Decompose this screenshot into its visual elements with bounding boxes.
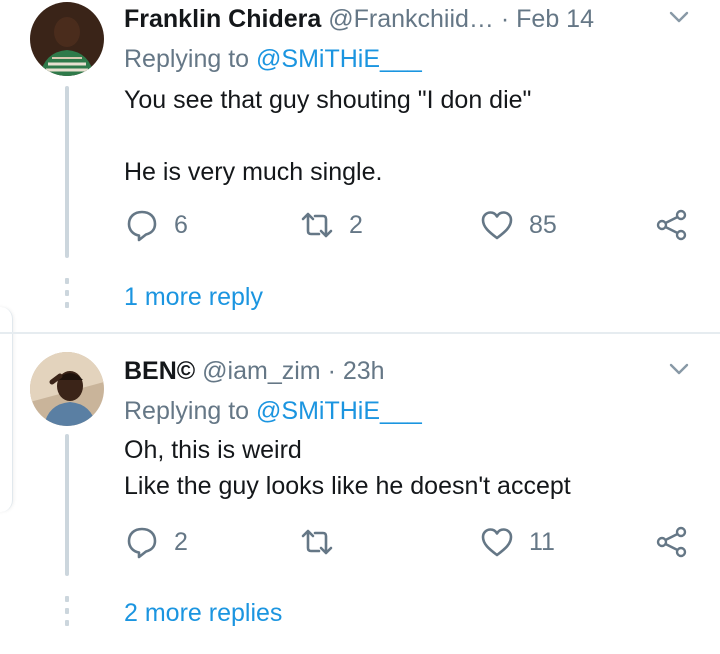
timestamp[interactable]: Feb 14 bbox=[516, 5, 594, 33]
thread-dots bbox=[65, 278, 69, 314]
more-replies-link[interactable]: 2 more replies bbox=[124, 596, 282, 630]
author-name[interactable]: Franklin Chidera bbox=[124, 5, 321, 33]
like-count: 85 bbox=[529, 210, 557, 239]
share-button[interactable] bbox=[654, 205, 690, 245]
reply-count: 6 bbox=[174, 210, 188, 239]
avatar-image bbox=[30, 352, 104, 426]
action-bar: 6 2 85 bbox=[124, 205, 694, 245]
heart-icon bbox=[481, 211, 513, 240]
tweet-text: You see that guy shouting "I don die" He… bbox=[124, 82, 531, 190]
replying-to: Replying to @SMiTHiE___ bbox=[124, 42, 422, 76]
action-bar: 2 11 bbox=[124, 522, 694, 562]
separator: · bbox=[327, 357, 336, 385]
tweet-text-line: You see that guy shouting "I don die" bbox=[124, 86, 532, 114]
tweet-text-line: He is very much single. bbox=[124, 158, 383, 186]
retweet-button[interactable] bbox=[299, 522, 349, 562]
heart-icon bbox=[481, 528, 513, 557]
retweet-icon bbox=[301, 529, 333, 555]
reply-count: 2 bbox=[174, 527, 188, 556]
mention-link[interactable]: @SMiTHiE___ bbox=[256, 45, 422, 73]
reply-button[interactable]: 2 bbox=[124, 522, 188, 562]
replying-to: Replying to @SMiTHiE___ bbox=[124, 394, 422, 428]
author-name[interactable]: BEN© bbox=[124, 357, 195, 385]
timestamp[interactable]: 23h bbox=[343, 357, 385, 385]
tweet-text-line: Oh, this is weird bbox=[124, 436, 302, 464]
avatar[interactable] bbox=[30, 2, 104, 76]
chevron-down-icon[interactable] bbox=[668, 358, 690, 380]
tweet-text-line bbox=[124, 118, 531, 154]
replying-prefix: Replying to bbox=[124, 45, 250, 73]
retweet-button[interactable]: 2 bbox=[299, 205, 363, 245]
chevron-down-icon[interactable] bbox=[668, 6, 690, 28]
share-button[interactable] bbox=[654, 522, 690, 562]
author-handle[interactable]: @Frankchiid… bbox=[328, 5, 494, 33]
tweet[interactable]: Franklin Chidera @Frankchiid… · Feb 14 R… bbox=[0, 0, 720, 332]
tweet-header: BEN© @iam_zim · 23h bbox=[124, 354, 385, 388]
avatar[interactable] bbox=[30, 352, 104, 426]
reply-icon bbox=[127, 527, 157, 559]
avatar-image bbox=[30, 2, 104, 76]
separator: · bbox=[500, 5, 510, 33]
like-button[interactable]: 85 bbox=[479, 205, 557, 245]
share-icon bbox=[656, 526, 687, 558]
thread-line bbox=[65, 434, 69, 576]
thread-dots bbox=[65, 596, 69, 632]
more-replies-link[interactable]: 1 more reply bbox=[124, 280, 263, 314]
author-handle[interactable]: @iam_zim bbox=[202, 357, 320, 385]
reply-icon bbox=[127, 210, 157, 242]
replying-prefix: Replying to bbox=[124, 397, 250, 425]
tweet-header: Franklin Chidera @Frankchiid… · Feb 14 bbox=[124, 2, 594, 36]
tweet-text-line: Like the guy looks like he doesn't accep… bbox=[124, 472, 571, 500]
retweet-icon bbox=[301, 212, 333, 238]
tweet-text: Oh, this is weird Like the guy looks lik… bbox=[124, 432, 571, 504]
like-count: 11 bbox=[529, 527, 555, 556]
like-button[interactable]: 11 bbox=[479, 522, 555, 562]
thread-line bbox=[65, 86, 69, 258]
share-icon bbox=[656, 209, 687, 241]
retweet-count: 2 bbox=[349, 210, 363, 239]
reply-button[interactable]: 6 bbox=[124, 205, 188, 245]
mention-link[interactable]: @SMiTHiE___ bbox=[256, 397, 422, 425]
tweet[interactable]: BEN© @iam_zim · 23h Replying to @SMiTHiE… bbox=[0, 334, 720, 654]
